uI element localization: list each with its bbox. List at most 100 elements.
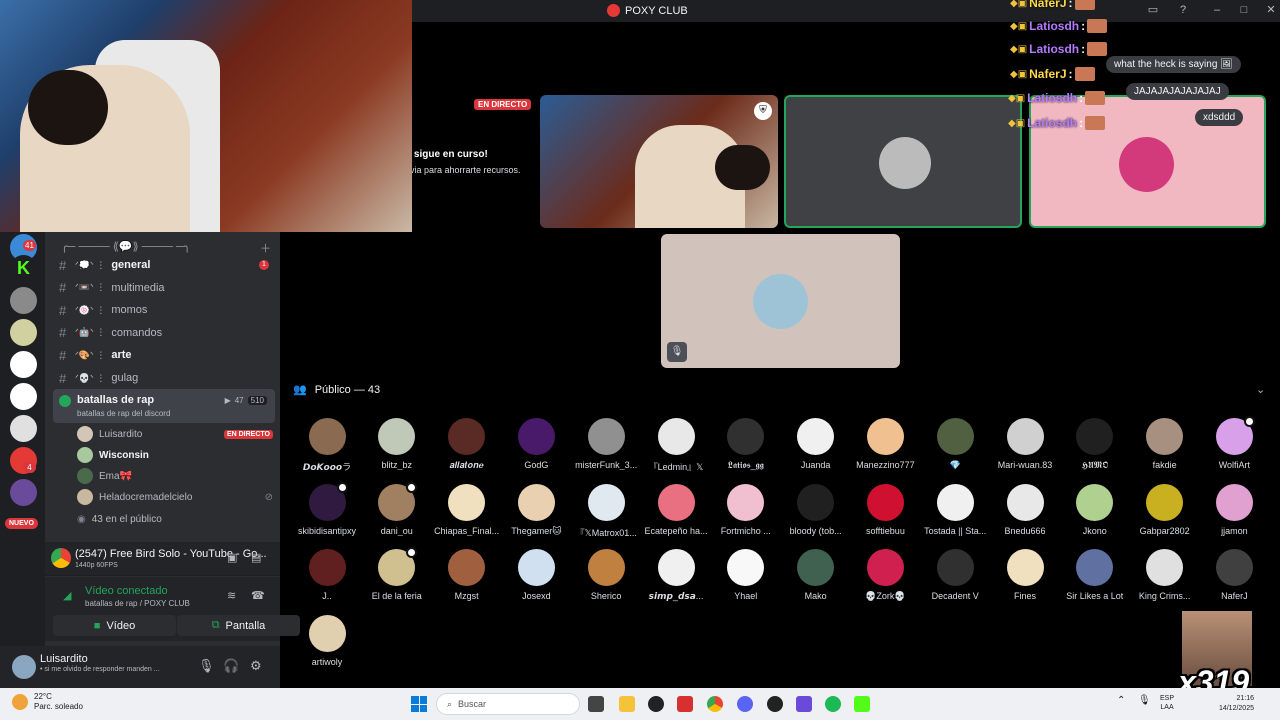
kick-icon[interactable] bbox=[854, 696, 870, 712]
weather-widget[interactable]: 22°C Parc. soleado bbox=[12, 692, 83, 712]
clock[interactable]: 21:16 14/12/2025 bbox=[1210, 694, 1254, 714]
chrome-icon[interactable] bbox=[707, 696, 723, 712]
audience-member[interactable]: WolfiArt bbox=[1197, 416, 1271, 470]
audience-member[interactable]: sofftiebuu bbox=[848, 483, 922, 536]
audience-member[interactable]: GodG bbox=[499, 418, 573, 470]
activity-panel[interactable]: (2547) Free Bird Solo - YouTube - Go... … bbox=[45, 542, 280, 576]
audience-member[interactable]: misterFunk_3... bbox=[569, 418, 643, 470]
stream-settings-icon[interactable]: ▤ bbox=[251, 551, 261, 564]
file-explorer-icon[interactable] bbox=[619, 696, 635, 712]
channel-arte[interactable]: # ᐟ🎨ᐠ ⋮ arte bbox=[53, 345, 275, 365]
server-icon[interactable] bbox=[10, 479, 37, 506]
language-indicator[interactable]: ESP LAA bbox=[1160, 694, 1174, 712]
audience-member[interactable]: J.. bbox=[290, 549, 364, 601]
audience-member[interactable]: jjamon bbox=[1197, 483, 1271, 536]
microphone-icon[interactable]: 🎙 bbox=[198, 658, 215, 674]
kick-server-icon[interactable]: K bbox=[10, 255, 37, 282]
disconnect-icon[interactable]: ☎ bbox=[251, 589, 265, 602]
audience-member[interactable]: fakdie bbox=[1128, 418, 1202, 470]
stream-tile[interactable]: ⛨ bbox=[540, 95, 778, 228]
voice-user[interactable]: Luisardito EN DIRECTO bbox=[77, 425, 273, 443]
audience-member[interactable]: artiwoly bbox=[290, 614, 364, 667]
audience-member[interactable]: 『Ledmin』𝕏 bbox=[639, 418, 713, 473]
server-icon[interactable] bbox=[10, 351, 37, 378]
screen-share-button[interactable]: ⧉ Pantalla bbox=[177, 615, 300, 636]
obs-icon[interactable] bbox=[648, 696, 664, 712]
audience-member[interactable]: 𝒂𝒍𝒍𝒂𝒕𝒐𝒏𝒆 bbox=[430, 418, 504, 471]
tray-chevron-icon[interactable]: ⌃ bbox=[1117, 695, 1125, 706]
app-icon[interactable] bbox=[796, 696, 812, 712]
audience-member[interactable]: blitz_bz bbox=[360, 418, 434, 470]
channel-general[interactable]: # ᐟ💭ᐠ ⋮ general 1 bbox=[53, 255, 275, 275]
add-channel-icon[interactable]: ＋ bbox=[260, 240, 271, 256]
voice-user[interactable]: Wisconsin bbox=[77, 446, 273, 464]
avatar[interactable] bbox=[12, 655, 36, 679]
audience-member[interactable]: Gabpar2802 bbox=[1128, 483, 1202, 536]
audience-member[interactable]: Tostada || Sta... bbox=[918, 483, 992, 536]
channel-comandos[interactable]: # ᐟ🤖ᐠ ⋮ comandos bbox=[53, 323, 275, 343]
mention-badge: 41 bbox=[23, 240, 36, 251]
audience-member[interactable]: Josexd bbox=[499, 549, 573, 601]
audience-member[interactable]: Mzgst bbox=[430, 549, 504, 601]
video-button[interactable]: ■ Vídeo bbox=[53, 615, 176, 636]
audience-member[interactable]: Decadent V bbox=[918, 549, 992, 601]
task-view-icon[interactable] bbox=[588, 696, 604, 712]
audience-member[interactable]: Jkono bbox=[1058, 483, 1132, 536]
audience-member[interactable]: Sherico bbox=[569, 549, 643, 601]
audience-member[interactable]: Sir Likes a Lot bbox=[1058, 549, 1132, 601]
channel-momos[interactable]: # ᐟ🍥ᐠ ⋮ momos bbox=[53, 300, 275, 320]
audience-member[interactable]: Fortmicho ... bbox=[709, 483, 783, 536]
audience-header[interactable]: 👥 Público — 43 bbox=[293, 383, 380, 397]
audience-member[interactable]: bloody (tob... bbox=[779, 483, 853, 536]
audience-member[interactable]: 『𝕏Matrox01... bbox=[569, 483, 643, 539]
server-icon[interactable] bbox=[10, 383, 37, 410]
audience-member[interactable]: skibidisantipxy bbox=[290, 481, 364, 536]
windows-start-icon[interactable] bbox=[411, 696, 427, 712]
taskbar-search[interactable]: ⌕ Buscar bbox=[436, 693, 580, 715]
audience-member[interactable]: Bnedu666 bbox=[988, 483, 1062, 536]
headphones-icon[interactable]: 🎧 bbox=[223, 658, 239, 674]
server-icon[interactable] bbox=[10, 415, 37, 442]
gear-icon[interactable]: ⚙ bbox=[250, 658, 262, 674]
noise-suppression-icon[interactable]: ≋ bbox=[227, 589, 236, 602]
voice-channel-batallas[interactable]: batallas de rap batallas de rap del disc… bbox=[53, 389, 275, 423]
audience-member[interactable]: Ecatepeño ha... bbox=[639, 483, 713, 536]
audience-member[interactable]: 💎 bbox=[918, 418, 992, 471]
voice-user[interactable]: Ema🎀 bbox=[77, 467, 273, 485]
user-name[interactable]: Luisardito bbox=[40, 653, 88, 665]
audience-member[interactable]: dani_ou bbox=[360, 481, 434, 536]
voice-user[interactable]: Heladocremadelcielo ⊘ bbox=[77, 488, 273, 506]
audience-member[interactable]: 𝙨𝙞𝙢𝙥_𝙙𝙨𝙖... bbox=[639, 549, 713, 602]
audience-member[interactable]: 𝘿𝙤𝙆𝙤𝙤𝙤ラ bbox=[290, 418, 364, 473]
channel-multimedia[interactable]: # ᐟ📼ᐠ ⋮ multimedia bbox=[53, 278, 275, 298]
audience-row[interactable]: ◉ 43 en el público bbox=[77, 510, 273, 528]
spotify-icon[interactable] bbox=[825, 696, 841, 712]
audience-member[interactable]: Thegamer🐱 bbox=[499, 483, 573, 537]
audience-member[interactable]: Fines bbox=[988, 549, 1062, 601]
app-icon[interactable] bbox=[677, 696, 693, 712]
audience-member[interactable]: Juanda bbox=[779, 418, 853, 470]
chevron-down-icon[interactable]: ⌄ bbox=[1256, 383, 1265, 396]
category-header[interactable]: ╭─ ──── ⟪💬⟫ ──── ─╮ ＋ bbox=[61, 240, 271, 256]
audience-member[interactable]: King Crims... bbox=[1128, 549, 1202, 601]
audience-member[interactable]: 💀Zork💀 bbox=[848, 549, 922, 602]
user-tile[interactable]: 🎙 bbox=[661, 234, 900, 368]
user-tile[interactable] bbox=[784, 95, 1022, 228]
audience-member[interactable]: Mari-wuan.83 bbox=[988, 418, 1062, 470]
audience-member[interactable]: Chiapas_Final... bbox=[430, 483, 504, 536]
audience-member[interactable]: Manezzino777 bbox=[848, 418, 922, 470]
audience-member[interactable]: El de la feria bbox=[360, 547, 434, 601]
voice-location[interactable]: batallas de rap / POXY CLUB bbox=[85, 599, 190, 608]
audience-member[interactable]: NaferJ bbox=[1197, 549, 1271, 601]
server-icon[interactable] bbox=[10, 287, 37, 314]
server-icon[interactable] bbox=[10, 319, 37, 346]
audience-member[interactable]: Yhael bbox=[709, 549, 783, 601]
app-icon[interactable] bbox=[767, 696, 783, 712]
stop-stream-icon[interactable]: ▣ bbox=[227, 551, 237, 564]
audience-member[interactable]: 𝕳𝖀𝕸𝕺 bbox=[1058, 418, 1132, 471]
channel-gulag[interactable]: # ᐟ💀ᐠ ⋮ gulag bbox=[53, 368, 275, 388]
discord-icon[interactable] bbox=[737, 696, 753, 712]
microphone-icon[interactable]: 🎙 bbox=[1138, 695, 1151, 706]
audience-member[interactable]: Mako bbox=[779, 549, 853, 601]
audience-member[interactable]: 𝕷𝖆𝖙𝖎𝖔𝖘_𝖌𝖌 bbox=[709, 418, 783, 471]
